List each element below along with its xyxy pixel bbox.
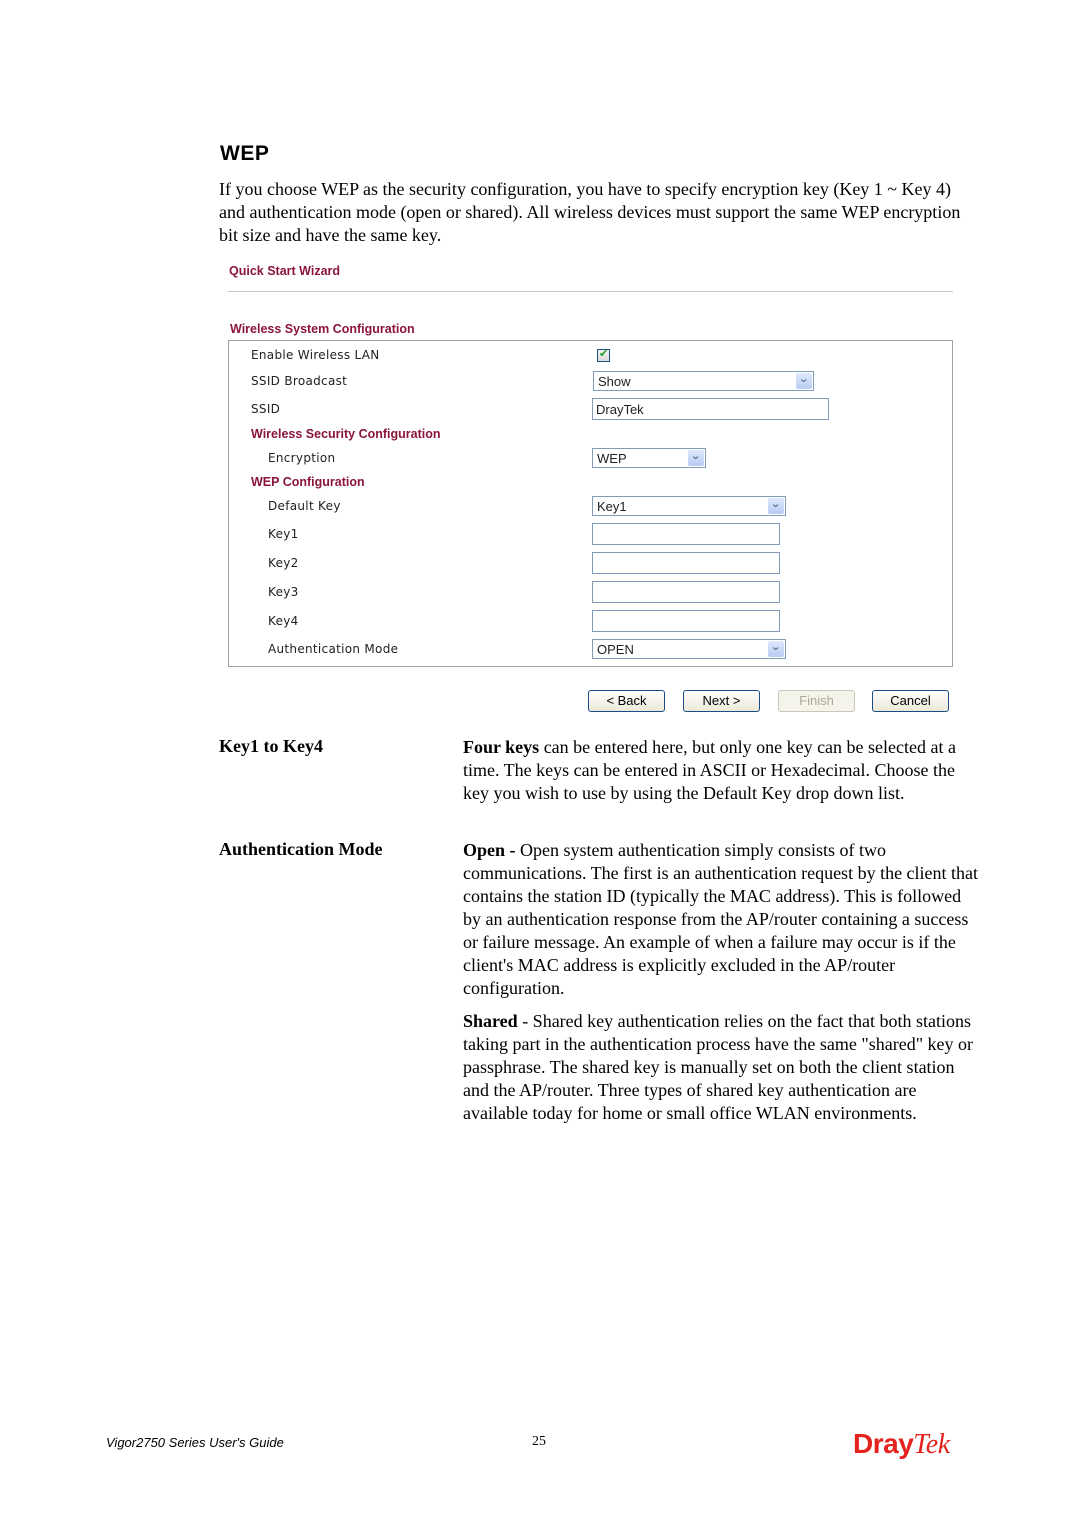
key1-input[interactable] bbox=[592, 523, 780, 545]
cancel-button[interactable]: Cancel bbox=[872, 690, 949, 712]
desc-auth-open: Open - Open system authentication simply… bbox=[463, 839, 983, 1000]
chevron-down-icon[interactable]: ⌄ bbox=[688, 449, 704, 466]
desc-open-bold: Open - bbox=[463, 840, 516, 860]
chevron-down-icon[interactable]: ⌄ bbox=[768, 640, 784, 657]
wizard-divider bbox=[228, 291, 953, 292]
key2-label: Key2 bbox=[268, 556, 299, 570]
section-heading: WEP bbox=[220, 142, 270, 165]
encryption-value: WEP bbox=[597, 451, 627, 466]
chevron-glyph: ⌄ bbox=[770, 497, 782, 510]
desc-open-text: Open system authentication simply consis… bbox=[463, 840, 979, 998]
finish-button: Finish bbox=[778, 690, 855, 712]
ssid-input[interactable] bbox=[592, 398, 829, 420]
desc-auth-shared: Shared - Shared key authentication relie… bbox=[463, 1010, 983, 1125]
next-button[interactable]: Next > bbox=[683, 690, 760, 712]
key4-input[interactable] bbox=[592, 610, 780, 632]
auth-mode-value: OPEN bbox=[597, 642, 634, 657]
chevron-down-icon[interactable]: ⌄ bbox=[796, 372, 812, 389]
key1-label: Key1 bbox=[268, 527, 299, 541]
default-key-select[interactable]: Key1 ⌄ bbox=[592, 496, 786, 516]
page-number: 25 bbox=[532, 1434, 546, 1449]
chevron-glyph: ⌄ bbox=[798, 372, 810, 385]
term-key1-to-key4: Key1 to Key4 bbox=[219, 736, 323, 756]
manual-page: WEP If you choose WEP as the security co… bbox=[0, 0, 1080, 1528]
ssid-label: SSID bbox=[251, 402, 281, 416]
desc-shared-text: - Shared key authentication relies on th… bbox=[463, 1011, 974, 1123]
ssid-broadcast-label: SSID Broadcast bbox=[251, 374, 348, 388]
chevron-glyph: ⌄ bbox=[770, 640, 782, 653]
ssid-broadcast-value: Show bbox=[598, 374, 631, 389]
encryption-select[interactable]: WEP ⌄ bbox=[592, 448, 706, 468]
checkmark-icon: ✔ bbox=[599, 347, 609, 360]
logo-dray: Dray bbox=[853, 1428, 914, 1459]
wizard-title: Quick Start Wizard bbox=[229, 264, 341, 278]
wireless-security-config-heading: Wireless Security Configuration bbox=[251, 427, 441, 441]
key4-label: Key4 bbox=[268, 614, 299, 628]
desc-keys-bold: Four keys bbox=[463, 737, 540, 757]
footer-guide-title: Vigor2750 Series User's Guide bbox=[106, 1435, 284, 1450]
chevron-down-icon[interactable]: ⌄ bbox=[768, 497, 784, 514]
desc-shared-bold: Shared bbox=[463, 1011, 518, 1031]
key2-input[interactable] bbox=[592, 552, 780, 574]
key3-input[interactable] bbox=[592, 581, 780, 603]
back-button[interactable]: < Back bbox=[588, 690, 665, 712]
wep-config-heading: WEP Configuration bbox=[251, 475, 365, 489]
desc-keys: Four keys can be entered here, but only … bbox=[463, 736, 983, 805]
chevron-glyph: ⌄ bbox=[690, 449, 702, 462]
wireless-system-config-heading: Wireless System Configuration bbox=[230, 322, 415, 336]
encryption-label: Encryption bbox=[268, 451, 336, 465]
logo-tek: Tek bbox=[913, 1429, 950, 1460]
key3-label: Key3 bbox=[268, 585, 299, 599]
term-authentication-mode: Authentication Mode bbox=[219, 839, 383, 859]
enable-wlan-checkbox[interactable]: ✔ bbox=[597, 347, 610, 362]
auth-mode-label: Authentication Mode bbox=[268, 642, 399, 656]
ssid-broadcast-select[interactable]: Show ⌄ bbox=[593, 371, 814, 391]
draytek-logo: DrayTek bbox=[853, 1428, 950, 1461]
default-key-value: Key1 bbox=[597, 499, 627, 514]
intro-paragraph: If you choose WEP as the security config… bbox=[219, 179, 961, 245]
auth-mode-select[interactable]: OPEN ⌄ bbox=[592, 639, 786, 659]
default-key-label: Default Key bbox=[268, 499, 341, 513]
enable-wlan-label: Enable Wireless LAN bbox=[251, 348, 380, 362]
